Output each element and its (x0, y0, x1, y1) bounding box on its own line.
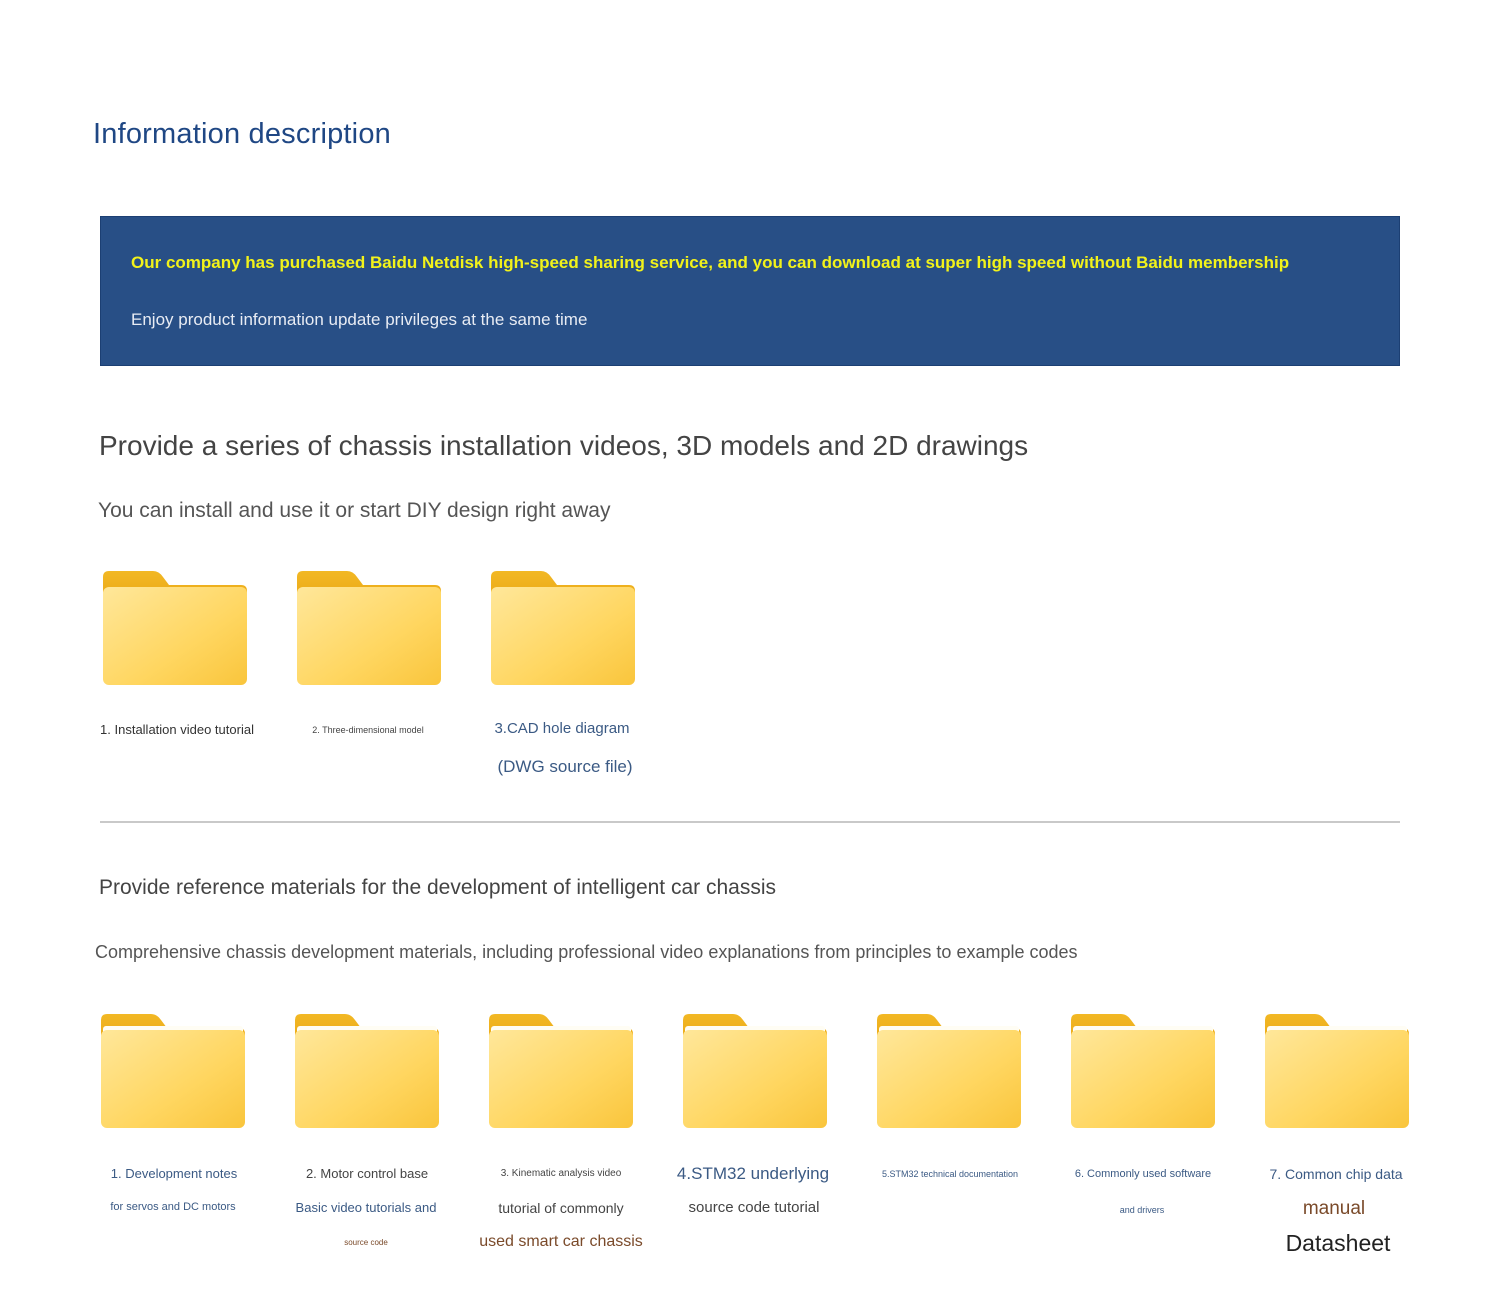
section-title-development: Provide reference materials for the deve… (99, 876, 777, 899)
folder-stm32-source[interactable] (681, 1012, 829, 1130)
folder-label: 2. Motor control base (305, 1166, 429, 1181)
folder-cad-diagram[interactable] (489, 569, 637, 687)
folder-3d-model[interactable] (295, 569, 443, 687)
folder-chip-datasheet[interactable] (1263, 1012, 1411, 1130)
folder-label: 4.STM32 underlying (676, 1164, 830, 1183)
section-title-installation: Provide a series of chassis installation… (99, 430, 1029, 461)
section-divider (100, 821, 1400, 823)
folder-label: for servos and DC motors (110, 1201, 236, 1213)
folder-label: (DWG source file) (497, 757, 633, 776)
banner-highlight-text: Our company has purchased Baidu Netdisk … (131, 253, 1290, 272)
folder-icon (877, 1014, 1021, 1128)
folder-label: 1. Development notes (110, 1166, 238, 1181)
folder-label: and drivers (1119, 1205, 1165, 1215)
folder-development-notes[interactable] (99, 1012, 247, 1130)
folder-icon (1071, 1014, 1215, 1128)
folder-label: 1. Installation video tutorial (100, 722, 254, 737)
folder-label: manual (1302, 1198, 1366, 1219)
folder-motor-control[interactable] (293, 1012, 441, 1130)
folder-label: 5.STM32 technical documentation (881, 1169, 1019, 1179)
folder-label: 7. Common chip data (1269, 1166, 1403, 1182)
folder-label: tutorial of commonly (498, 1200, 624, 1216)
folder-stm32-docs[interactable] (875, 1012, 1023, 1130)
folder-icon (1265, 1014, 1409, 1128)
folder-label: source code tutorial (688, 1199, 820, 1216)
folder-label: Basic video tutorials and (295, 1200, 437, 1215)
folder-label: 3. Kinematic analysis video (500, 1168, 622, 1179)
folder-icon (491, 571, 635, 685)
folder-label: 3.CAD hole diagram (494, 720, 630, 737)
folder-icon (295, 1014, 439, 1128)
folder-label: 2. Three-dimensional model (312, 725, 424, 735)
folder-icon (489, 1014, 633, 1128)
folder-label: Datasheet (1285, 1230, 1391, 1256)
folder-icon (297, 571, 441, 685)
section-subtitle-development: Comprehensive chassis development materi… (95, 942, 1078, 962)
page-title: Information description (93, 118, 391, 150)
folder-icon (101, 1014, 245, 1128)
folder-kinematic-analysis[interactable] (487, 1012, 635, 1130)
folder-label: used smart car chassis (479, 1233, 643, 1250)
info-banner: Our company has purchased Baidu Netdisk … (100, 216, 1400, 366)
banner-text: Enjoy product information update privile… (131, 310, 588, 329)
section-subtitle-installation: You can install and use it or start DIY … (98, 499, 611, 522)
folder-icon (683, 1014, 827, 1128)
folder-label: 6. Commonly used software (1074, 1168, 1212, 1180)
folder-software-drivers[interactable] (1069, 1012, 1217, 1130)
folder-installation-video[interactable] (101, 569, 249, 687)
folder-label: source code (344, 1238, 388, 1247)
folder-icon (103, 571, 247, 685)
